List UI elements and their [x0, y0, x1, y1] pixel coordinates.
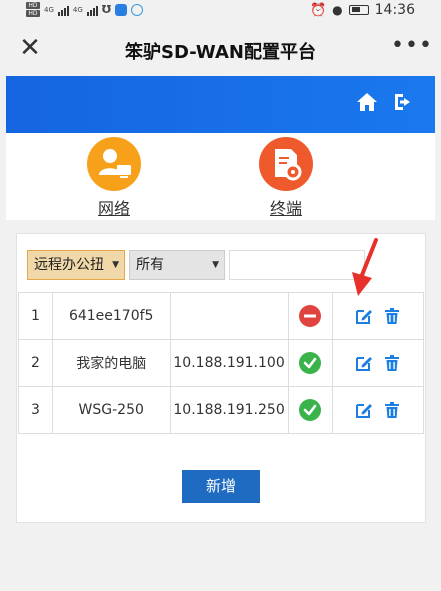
edit-icon[interactable]: [354, 353, 374, 373]
home-icon[interactable]: [355, 90, 379, 114]
row-actions: [332, 292, 424, 340]
page-title: 笨驴SD-WAN配置平台: [125, 42, 316, 63]
sim2-badge: HD: [26, 10, 40, 17]
status-bar-left: HD HD 4G 4G Ʊ: [26, 2, 144, 17]
menu-item-network[interactable]: 网络: [74, 137, 154, 219]
status-bar-right: ⏰ ● 14:36: [310, 2, 415, 18]
table-row: 2 我家的电脑 10.188.191.100: [18, 339, 424, 387]
delete-icon[interactable]: [382, 400, 402, 420]
alarm-icon: ⏰: [309, 2, 327, 18]
signal-icon: [86, 4, 98, 16]
chevron-down-icon: ▼: [112, 260, 119, 270]
offline-minus-icon: [299, 305, 322, 327]
battery-icon: [348, 5, 369, 15]
chevron-down-icon: ▼: [212, 260, 219, 270]
title-bar: ✕ 笨驴SD-WAN配置平台 •••: [0, 22, 441, 76]
sim-indicators: HD HD: [26, 2, 40, 17]
row-ip: 10.188.191.100: [169, 339, 289, 387]
edit-icon[interactable]: [354, 400, 374, 420]
more-menu-button[interactable]: •••: [391, 34, 432, 62]
usb-icon: Ʊ: [101, 3, 112, 16]
row-index: 1: [18, 292, 53, 340]
app-header: [6, 76, 435, 133]
row-status: [287, 386, 334, 434]
row-name: 641ee170f5: [51, 292, 171, 340]
menu-item-terminal[interactable]: 终端: [246, 137, 326, 219]
network-type-1: 4G: [44, 5, 54, 14]
group-select-value: 远程办公扭: [34, 257, 104, 273]
search-input[interactable]: [229, 250, 365, 280]
row-status: [287, 339, 334, 387]
add-button[interactable]: 新增: [182, 470, 260, 503]
online-check-icon: [299, 399, 322, 421]
main-menu: 网络 终端: [6, 133, 435, 220]
sim1-badge: HD: [26, 2, 40, 9]
signal-icon: [57, 4, 69, 16]
table-row: 1 641ee170f5: [18, 292, 424, 340]
edit-icon[interactable]: [354, 306, 374, 326]
delete-icon[interactable]: [382, 306, 402, 326]
row-name: 我家的电脑: [51, 339, 171, 387]
row-ip: [169, 292, 289, 340]
terminal-settings-icon: [259, 137, 313, 191]
group-select[interactable]: 远程办公扭 ▼: [27, 250, 125, 280]
online-check-icon: [299, 352, 322, 374]
row-index: 3: [18, 386, 53, 434]
table-row: 3 WSG-250 10.188.191.250: [18, 386, 424, 434]
status-select-value: 所有: [136, 257, 164, 273]
row-index: 2: [18, 339, 53, 387]
row-actions: [332, 386, 424, 434]
delete-icon[interactable]: [382, 353, 402, 373]
status-select[interactable]: 所有 ▼: [129, 250, 225, 280]
row-name: WSG-250: [51, 386, 171, 434]
location-icon: ●: [332, 3, 343, 17]
chat-notification-icon: [131, 3, 144, 16]
menu-item-network-label: 网络: [97, 199, 130, 218]
menu-item-terminal-label: 终端: [269, 199, 302, 218]
status-bar: HD HD 4G 4G Ʊ ⏰ ● 14:36: [0, 0, 441, 22]
app-notification-icon: [115, 3, 128, 16]
row-status: [287, 292, 334, 340]
annotation-arrow-icon: [352, 238, 378, 296]
row-actions: [332, 339, 424, 387]
row-ip: 10.188.191.250: [169, 386, 289, 434]
device-table: 1 641ee170f5 2 我家的电脑 10.188.191.100 3 WSG-250 1…: [18, 292, 424, 434]
filter-bar: 远程办公扭 ▼ 所有 ▼: [27, 250, 365, 280]
network-type-2: 4G: [72, 5, 83, 14]
clock: 14:36: [374, 2, 415, 18]
logout-icon[interactable]: [391, 90, 415, 114]
network-user-icon: [87, 137, 141, 191]
